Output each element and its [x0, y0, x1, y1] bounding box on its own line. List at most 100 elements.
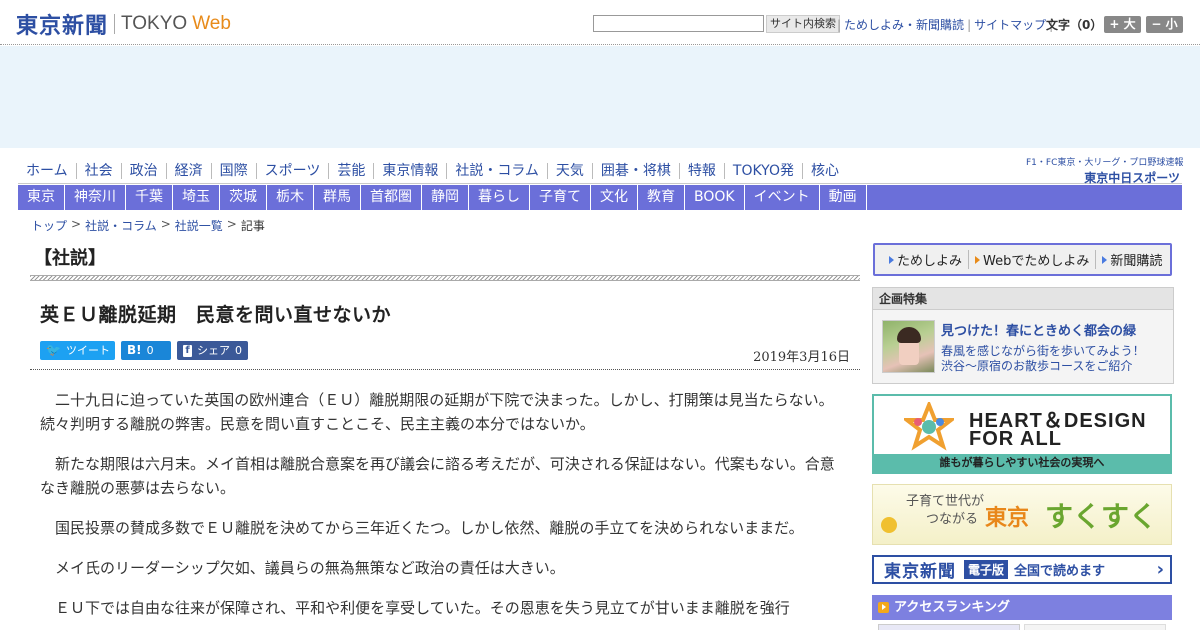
- gnav-item-international[interactable]: 国際: [212, 163, 257, 179]
- heart-design-title-2: FOR ALL: [969, 428, 1062, 450]
- heart-design-banner[interactable]: HEART＆DESIGN FOR ALL 誰もが暮らしやすい社会の実現へ: [872, 394, 1172, 474]
- article-paragraph: メイ氏のリーダーシップ欠如、議員らの無為無策など政治の責任は大きい。: [55, 559, 565, 577]
- site-header: 東京新聞 TOKYO Web サイト内検索 | ためしよみ・新聞購読 | サイト…: [0, 0, 1200, 45]
- logo-web: Web: [192, 13, 231, 34]
- search-input[interactable]: [593, 15, 764, 32]
- breadcrumb-top[interactable]: トップ: [31, 217, 67, 234]
- site-logo[interactable]: 東京新聞 TOKYO Web: [16, 8, 231, 40]
- lnav-item-tokyo[interactable]: 東京: [18, 185, 65, 210]
- facebook-share-label: シェア: [197, 344, 230, 357]
- gnav-item-politics[interactable]: 政治: [122, 163, 167, 179]
- feature-heading: 企画特集: [873, 288, 1173, 310]
- breadcrumb-editorial-list[interactable]: 社説一覧: [175, 217, 223, 234]
- global-nav: ホーム 社会 政治 経済 国際 スポーツ 芸能 東京情報 社説・コラム 天気 囲…: [18, 160, 1018, 182]
- hatena-bookmark-button[interactable]: B! 0: [121, 341, 171, 360]
- lnav-item-parenting[interactable]: 子育て: [530, 185, 591, 210]
- logo-divider: [114, 14, 116, 34]
- access-ranking-header: アクセスランキング: [872, 595, 1172, 620]
- tweet-label: ツイート: [65, 344, 110, 357]
- arrow-icon: [975, 255, 981, 264]
- gnav-item-sports[interactable]: スポーツ: [257, 163, 330, 179]
- gnav-item-special[interactable]: 特報: [680, 163, 725, 179]
- header-link-sitemap[interactable]: サイトマップ: [974, 16, 1046, 33]
- gnav-divider: [18, 183, 1182, 184]
- web-trial-link[interactable]: Webでためしよみ: [969, 250, 1097, 269]
- site-search-button[interactable]: サイト内検索: [766, 15, 840, 33]
- feature-text-line: 春風を感じながら街を歩いてみよう！: [941, 344, 1145, 358]
- tweet-button[interactable]: 🐦 ツイート: [40, 341, 115, 360]
- lnav-item-culture[interactable]: 文化: [591, 185, 638, 210]
- subscription-links: ためしよみ Webでためしよみ 新聞購読: [873, 243, 1172, 276]
- arrow-icon: [889, 255, 894, 264]
- font-larger-button[interactable]: + 大: [1104, 16, 1141, 33]
- feature-description[interactable]: 春風を感じながら街を歩いてみよう！ 渋谷～原宿のお散歩コースをご紹介: [941, 344, 1145, 374]
- trial-reading-link[interactable]: ためしよみ: [883, 250, 970, 269]
- logo-jp: 東京新聞: [16, 13, 109, 39]
- access-ranking-label: アクセスランキング: [894, 600, 1010, 615]
- hatena-count: 0: [146, 344, 154, 357]
- ranking-tab-1[interactable]: [878, 624, 1020, 630]
- breadcrumb-editorial[interactable]: 社説・コラム: [85, 217, 157, 234]
- lnav-item-video[interactable]: 動画: [820, 185, 867, 210]
- chevron-right-icon: ›: [1156, 559, 1164, 580]
- lnav-item-book[interactable]: BOOK: [685, 185, 745, 210]
- header-link-subscribe[interactable]: ためしよみ・新聞購読: [844, 16, 964, 33]
- subscribe-link[interactable]: 新聞購読: [1096, 250, 1168, 269]
- gnav-item-go-shogi[interactable]: 囲碁・将棋: [593, 163, 680, 179]
- sukusuku-tagline: 子育て世代が つながる: [906, 493, 984, 529]
- lnav-item-tochigi[interactable]: 栃木: [267, 185, 314, 210]
- arrow-icon: [1102, 255, 1108, 264]
- gnav-item-weather[interactable]: 天気: [548, 163, 593, 179]
- lnav-item-shutoken[interactable]: 首都圏: [361, 185, 422, 210]
- lnav-item-gunma[interactable]: 群馬: [314, 185, 361, 210]
- gnav-item-core[interactable]: 核心: [803, 163, 847, 179]
- lnav-item-kanagawa[interactable]: 神奈川: [65, 185, 126, 210]
- logo-tokyo: TOKYO: [121, 13, 188, 34]
- gnav-item-entertainment[interactable]: 芸能: [329, 163, 375, 179]
- gnav-item-editorial[interactable]: 社説・コラム: [447, 163, 548, 179]
- sukusuku-tokyo: 東京: [985, 505, 1030, 531]
- facebook-icon: f: [183, 344, 192, 357]
- hatena-icon: B!: [127, 343, 142, 357]
- sports-logo-text: 東京中日スポーツ: [1084, 171, 1180, 185]
- lnav-item-event[interactable]: イベント: [745, 185, 820, 210]
- feature-box: 企画特集 見つけた！春にときめく都会の緑 春風を感じながら街を歩いてみよう！ 渋…: [872, 287, 1174, 384]
- digital-edition-banner[interactable]: 東京新聞 電子版 全国で読めます ›: [872, 555, 1172, 584]
- gnav-item-society[interactable]: 社会: [77, 163, 122, 179]
- lnav-item-shizuoka[interactable]: 静岡: [422, 185, 469, 210]
- breadcrumb-separator: >: [160, 217, 171, 231]
- digital-edition-badge: 電子版: [964, 560, 1009, 579]
- article-title: 英ＥＵ離脱延期 民意を問い直せないか: [40, 304, 392, 326]
- sukusuku-banner[interactable]: 子育て世代が つながる 東京 すくすく: [872, 484, 1172, 545]
- facebook-share-button[interactable]: f シェア 0: [177, 341, 248, 360]
- breadcrumb: トップ > 社説・コラム > 社説一覧 > 記事: [31, 217, 265, 234]
- web-trial-label: Webでためしよみ: [983, 254, 1090, 269]
- twitter-icon: 🐦: [46, 343, 61, 357]
- font-smaller-button[interactable]: − 小: [1146, 16, 1183, 33]
- chunichi-sports-link[interactable]: F1・FC東京・大リーグ・プロ野球速報 東京中日スポーツ: [1026, 155, 1183, 186]
- gnav-item-tokyo-hatsu[interactable]: TOKYO発: [725, 163, 803, 179]
- font-size-label: 文字（0）: [1046, 18, 1103, 32]
- lnav-item-ibaraki[interactable]: 茨城: [220, 185, 267, 210]
- ranking-tab-2[interactable]: [1024, 624, 1166, 630]
- gnav-item-economy[interactable]: 経済: [167, 163, 212, 179]
- article-paragraph: 国民投票の賛成多数でＥＵ離脱を決めてから三年近くたつ。しかし依然、離脱の手立てを…: [55, 519, 804, 537]
- sukusuku-tagline-line: 子育て世代が: [906, 494, 985, 509]
- digital-edition-name: 東京新聞: [884, 562, 956, 582]
- lnav-item-living[interactable]: 暮らし: [469, 185, 530, 210]
- breadcrumb-separator: >: [226, 217, 237, 231]
- trial-reading-label: ためしよみ: [897, 254, 963, 269]
- gnav-item-tokyo-info[interactable]: 東京情報: [374, 163, 448, 179]
- feature-thumbnail[interactable]: [882, 320, 935, 373]
- flower-icon: [881, 517, 897, 533]
- ad-banner-area: [0, 46, 1200, 148]
- gnav-item-home[interactable]: ホーム: [18, 163, 77, 179]
- lnav-item-education[interactable]: 教育: [638, 185, 685, 210]
- header-link-separator: |: [837, 17, 842, 32]
- lnav-item-saitama[interactable]: 埼玉: [173, 185, 220, 210]
- sukusuku-tagline-line: つながる: [926, 512, 979, 527]
- section-title: 【社説】: [34, 248, 106, 269]
- lnav-item-chiba[interactable]: 千葉: [126, 185, 173, 210]
- article-divider: [30, 369, 860, 370]
- feature-title-link[interactable]: 見つけた！春にときめく都会の緑: [941, 320, 1136, 339]
